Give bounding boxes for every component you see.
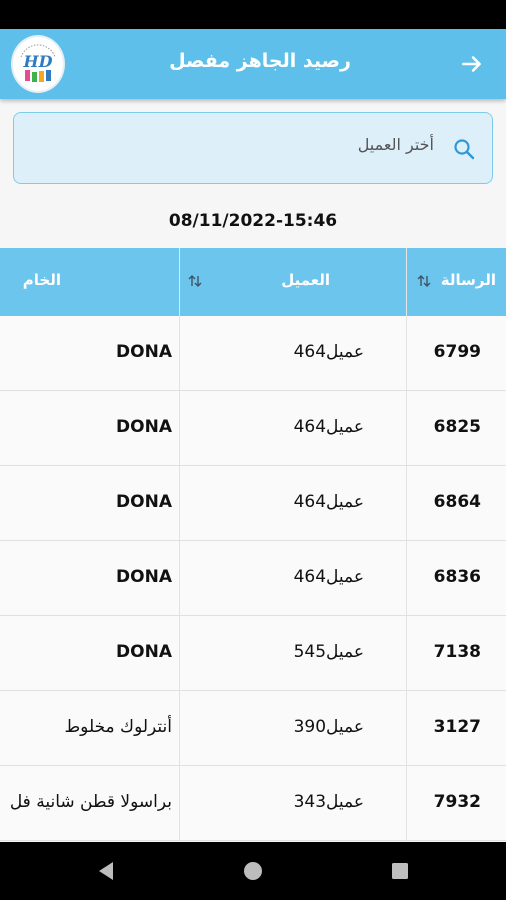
raw-cell: DONA — [116, 567, 172, 587]
client-cell: 464عميل — [179, 316, 406, 391]
message-cell: 6799 — [406, 316, 506, 391]
page-title: رصيد الجاهز مفصل — [169, 50, 351, 72]
back-button[interactable] — [456, 48, 488, 80]
home-circle-icon[interactable] — [241, 859, 265, 883]
table-row[interactable]: 3127 390عميل أنترلوك مخلوط — [0, 691, 506, 766]
table-row[interactable]: 7138 545عميل DONA — [0, 616, 506, 691]
report-datetime: 08/11/2022-15:46 — [168, 211, 338, 231]
table-row[interactable]: 6825 464عميل DONA — [0, 391, 506, 466]
logo-icon: HD — [16, 42, 60, 86]
column-header-message[interactable]: الرسالة — [406, 248, 506, 316]
app-screen: HD رصيد الجاهز مفصل أختر العميل 08/11/20… — [0, 29, 506, 842]
message-cell: 3127 — [406, 691, 506, 766]
client-cell: 545عميل — [179, 616, 406, 691]
raw-cell: DONA — [116, 342, 172, 362]
client-cell: 464عميل — [179, 466, 406, 541]
table-row[interactable]: 6799 464عميل DONA — [0, 316, 506, 391]
app-bar: HD رصيد الجاهز مفصل — [0, 29, 506, 99]
table-row[interactable]: 6864 464عميل DONA — [0, 466, 506, 541]
client-search-field[interactable]: أختر العميل — [13, 112, 493, 184]
raw-cell: DONA — [116, 492, 172, 512]
message-cell: 6836 — [406, 541, 506, 616]
logo-text: HD — [23, 52, 53, 71]
company-logo: HD — [11, 35, 65, 93]
sort-icon[interactable] — [186, 272, 204, 290]
raw-cell: أنترلوك مخلوط — [64, 717, 172, 737]
arrow-forward-icon — [462, 56, 481, 72]
client-cell: 390عميل — [179, 691, 406, 766]
message-cell: 6864 — [406, 466, 506, 541]
search-placeholder: أختر العميل — [357, 135, 434, 154]
column-header-client[interactable]: العميل — [179, 248, 406, 316]
status-bar — [0, 0, 506, 29]
client-cell: 464عميل — [179, 391, 406, 466]
table-row[interactable]: 6836 464عميل DONA — [0, 541, 506, 616]
raw-cell: DONA — [116, 642, 172, 662]
column-header-raw[interactable]: الخام — [0, 248, 179, 316]
message-cell: 6825 — [406, 391, 506, 466]
back-triangle-icon[interactable] — [94, 859, 118, 883]
client-cell: 343عميل — [179, 766, 406, 841]
message-cell: 7932 — [406, 766, 506, 841]
client-cell: 464عميل — [179, 541, 406, 616]
sort-icon[interactable] — [415, 272, 433, 290]
raw-cell: براسولا قطن شانية فل — [9, 792, 172, 812]
table-header: الرسالة العميل الخام — [0, 248, 506, 316]
message-cell: 7138 — [406, 616, 506, 691]
table-row[interactable]: 7932 343عميل براسولا قطن شانية فل — [0, 766, 506, 841]
raw-cell: DONA — [116, 417, 172, 437]
recents-square-icon[interactable] — [388, 859, 412, 883]
search-icon — [454, 139, 475, 160]
system-nav-bar — [0, 842, 506, 900]
